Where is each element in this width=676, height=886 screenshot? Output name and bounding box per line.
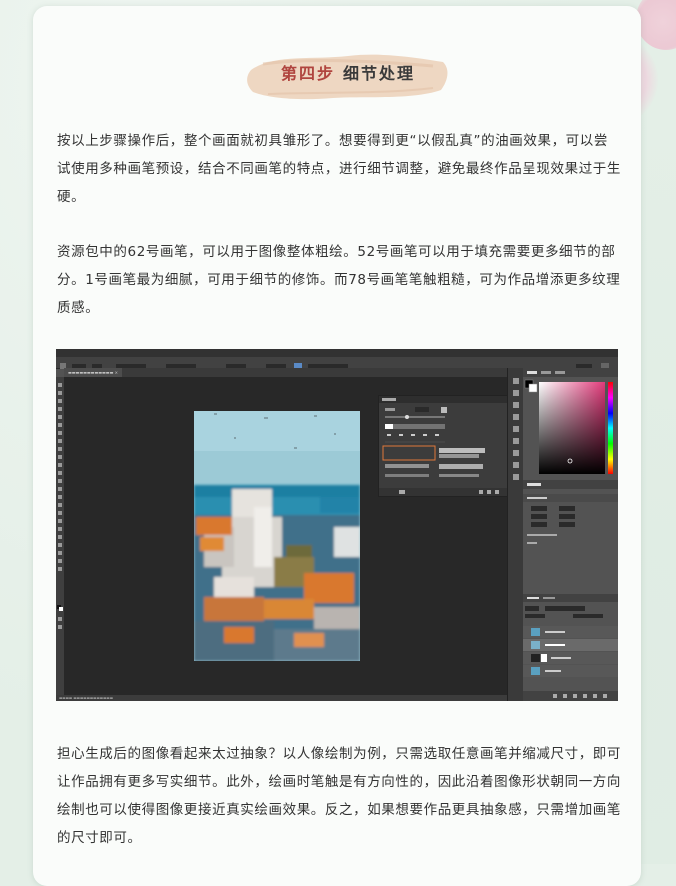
ps-status-bar: ▬▬▬▬ ▬▬▬▬▬▬▬▬▬▬▬▬ (56, 695, 510, 701)
ps-right-panel-content (523, 368, 618, 701)
ps-right-panels (523, 368, 618, 701)
paragraph-1: 按以上步骤操作后，整个画面就初具雏形了。想要得到更“以假乱真”的油画效果，可以尝… (57, 133, 621, 205)
step-name: 细节处理 (343, 64, 416, 83)
ps-brush-preset-panel[interactable] (378, 395, 511, 497)
ps-menubar: ■ ▬▬▬▬▬▬▬▬▬▬▬▬▬▬▬▬▬▬▬▬ (56, 349, 618, 365)
ps-panel-icon-column (507, 368, 524, 701)
photoshop-screenshot: ■ ▬▬▬▬▬▬▬▬▬▬▬▬▬▬▬▬▬▬▬▬ ▬▬▬▬▬▬▬▬▬▬▬▬ × (56, 349, 618, 701)
ps-tool-icons (57, 383, 63, 629)
paragraph-2: 资源包中的62号画笔，可以用于图像整体粗绘。52号画笔可以用于填充需要更多细节的… (57, 244, 621, 316)
ps-brush-preset-content (379, 396, 510, 496)
section-title: 第四步 细节处理 (243, 44, 453, 108)
ps-document-tab[interactable]: ▬▬▬▬▬▬▬▬▬▬▬▬ × (64, 368, 122, 377)
step-label: 第四步 (280, 64, 335, 83)
ps-document-tabs: ▬▬▬▬▬▬▬▬▬▬▬▬ × (64, 368, 510, 377)
paragraph-3: 担心生成后的图像看起来太过抽象？以人像绘制为例，只需选取任意画笔并缩减尺寸，即可… (57, 746, 621, 846)
ps-toolbar (56, 377, 64, 695)
ps-panel-icons (513, 378, 519, 480)
